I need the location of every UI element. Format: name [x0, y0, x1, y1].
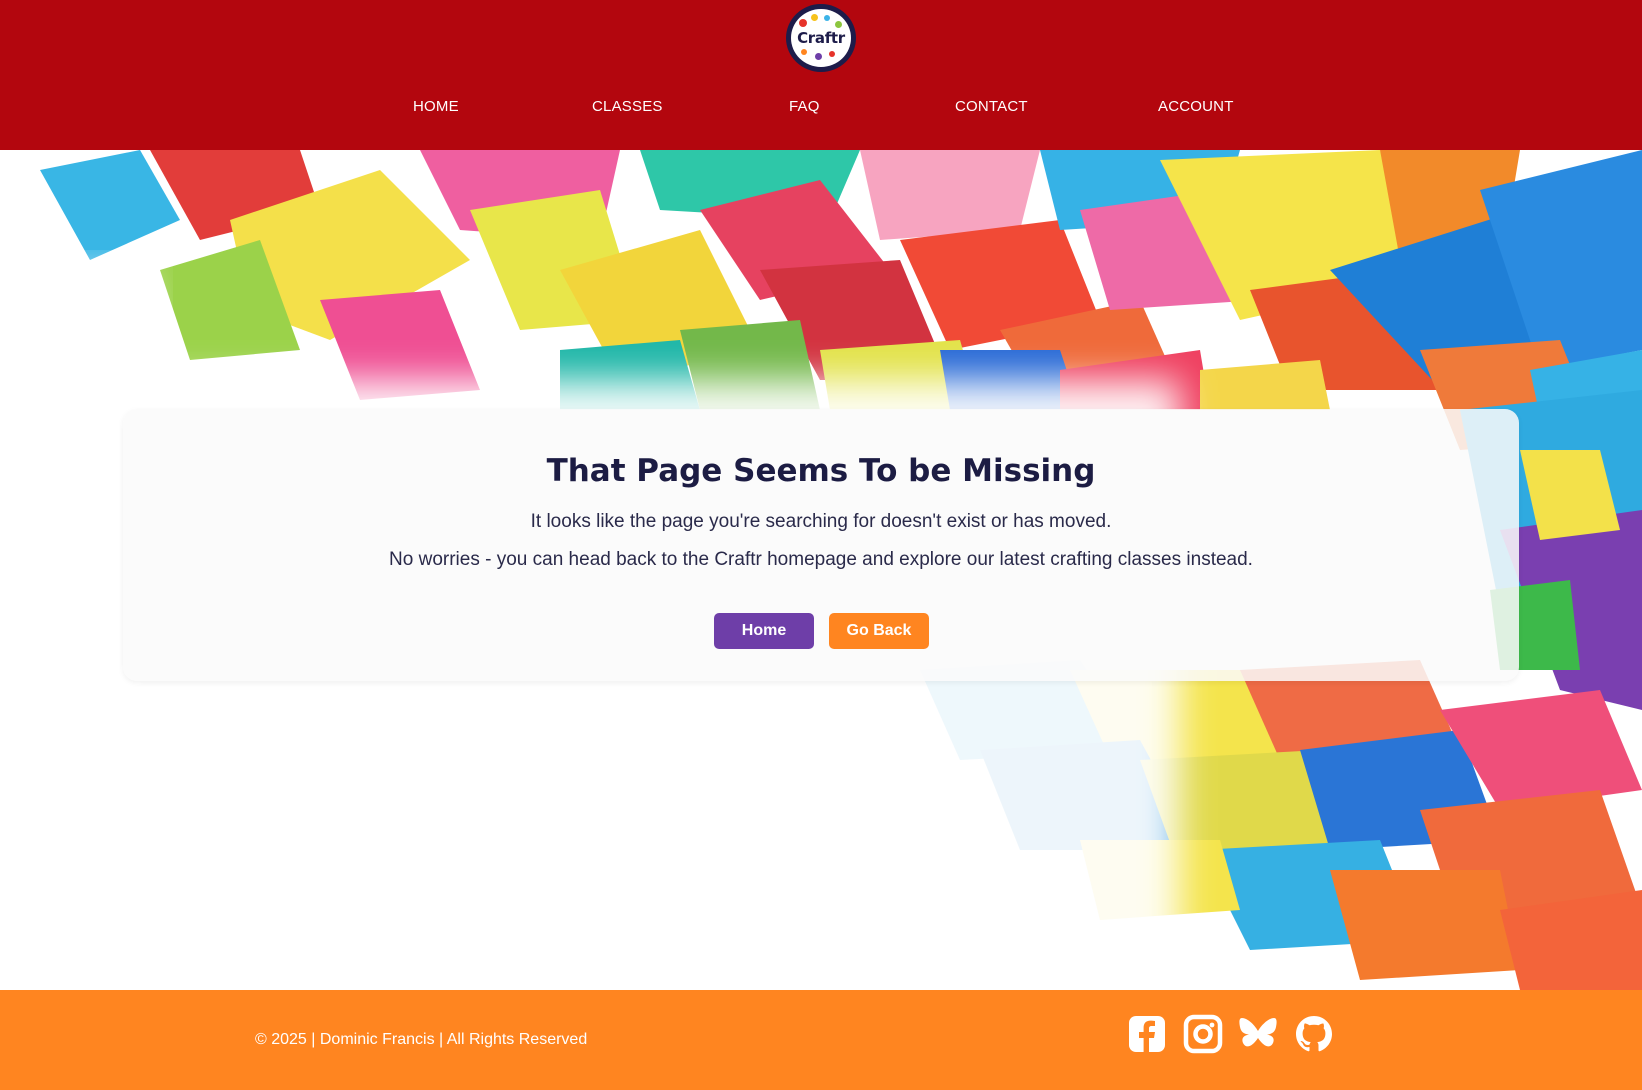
- nav-account[interactable]: ACCOUNT: [1158, 98, 1234, 115]
- site-header: Craftr HOME CLASSES FAQ CONTACT ACCOUNT: [0, 0, 1642, 150]
- github-icon[interactable]: [1294, 1014, 1334, 1054]
- bluesky-icon[interactable]: [1238, 1014, 1278, 1054]
- copyright-text: © 2025 | Dominic Francis | All Rights Re…: [255, 1031, 588, 1048]
- facebook-icon[interactable]: [1127, 1014, 1167, 1054]
- main-nav: HOME CLASSES FAQ CONTACT ACCOUNT: [0, 98, 1642, 120]
- nav-contact[interactable]: CONTACT: [955, 98, 1028, 115]
- instagram-icon[interactable]: [1183, 1014, 1223, 1054]
- nav-faq[interactable]: FAQ: [789, 98, 820, 115]
- nav-classes[interactable]: CLASSES: [592, 98, 663, 115]
- page-title: That Page Seems To be Missing: [546, 453, 1096, 489]
- nav-home[interactable]: HOME: [413, 98, 459, 115]
- logo-badge: Craftr: [791, 9, 851, 67]
- craftr-logo[interactable]: Craftr: [786, 4, 856, 72]
- error-message-2: No worries - you can head back to the Cr…: [389, 549, 1253, 570]
- go-back-button[interactable]: Go Back: [829, 613, 929, 649]
- site-footer: © 2025 | Dominic Francis | All Rights Re…: [0, 990, 1642, 1090]
- home-button[interactable]: Home: [714, 613, 814, 649]
- not-found-card: That Page Seems To be Missing It looks l…: [123, 409, 1519, 681]
- error-message-1: It looks like the page you're searching …: [530, 511, 1112, 532]
- logo-text: Craftr: [797, 29, 845, 47]
